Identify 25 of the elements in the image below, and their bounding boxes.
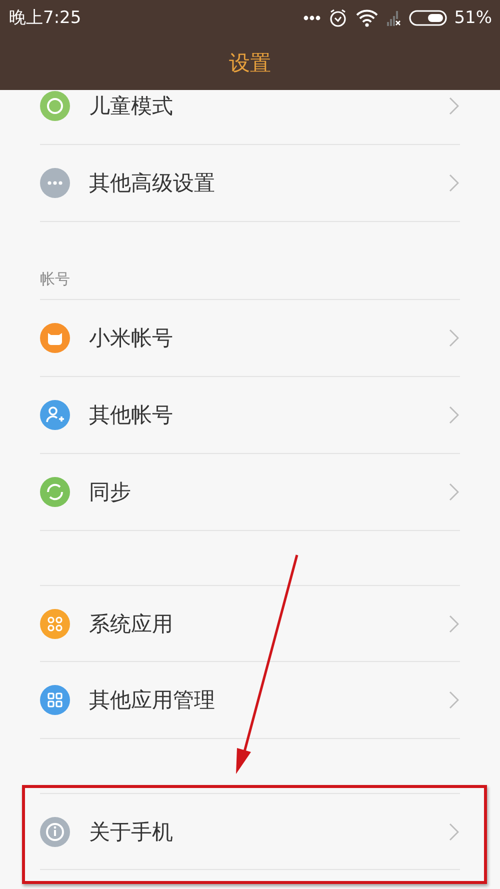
screen-title: 设置 bbox=[229, 50, 271, 76]
chevron-icon bbox=[449, 483, 459, 501]
wifi-icon bbox=[355, 8, 380, 26]
battery-icon bbox=[409, 10, 448, 26]
settings-item[interactable]: 其他帐号 bbox=[40, 377, 460, 454]
settings-item[interactable]: 其他应用管理 bbox=[40, 662, 460, 739]
settings-item[interactable]: 儿童模式 bbox=[40, 90, 460, 145]
chevron-icon bbox=[449, 406, 459, 424]
battery-percent: 51% bbox=[454, 8, 492, 28]
settings-item[interactable]: 小米帐号 bbox=[40, 300, 460, 377]
alarm-icon bbox=[328, 8, 348, 28]
settings-item[interactable]: 系统应用 bbox=[40, 585, 460, 662]
chevron-icon bbox=[449, 614, 459, 632]
settings-item[interactable]: 关于手机 bbox=[40, 793, 460, 870]
signal-icon bbox=[386, 8, 402, 26]
settings-item[interactable]: 其他高级设置 bbox=[40, 145, 460, 222]
chevron-icon bbox=[449, 691, 459, 709]
chevron-icon bbox=[449, 174, 459, 192]
chevron-icon bbox=[449, 97, 459, 115]
status-time: 晚上7:25 bbox=[9, 7, 82, 29]
chevron-icon bbox=[449, 822, 459, 840]
more-dots-icon bbox=[303, 14, 322, 20]
settings-item[interactable]: 同步 bbox=[40, 454, 460, 531]
chevron-icon bbox=[449, 329, 459, 347]
section-header: 帐号 bbox=[40, 270, 70, 289]
